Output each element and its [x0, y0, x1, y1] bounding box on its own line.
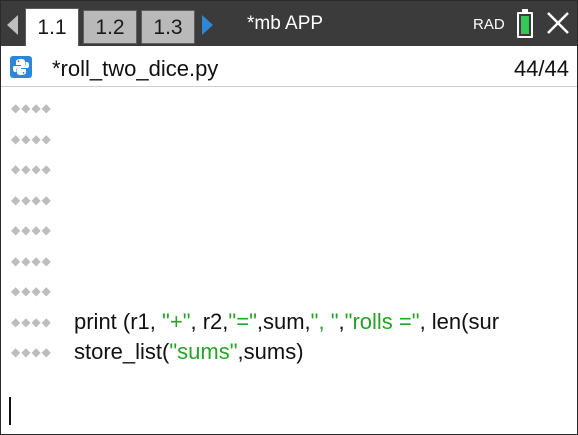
code-line[interactable]: ◆◆◆◆: [1, 185, 577, 215]
code-line[interactable]: ◆◆◆◆: [1, 124, 577, 154]
line-position: 44/44: [513, 56, 569, 81]
string-literal: ", ": [310, 308, 339, 334]
top-bar: 1.1 1.2 1.3 *mb APP RAD: [1, 1, 577, 46]
code-token: , r2,: [190, 308, 229, 334]
indent-marker: ◆◆◆◆: [11, 253, 52, 268]
code-line[interactable]: ◆◆◆◆: [1, 93, 577, 123]
code-token: print (r1,: [74, 308, 163, 334]
code-text: store_list("sums",sums): [74, 337, 304, 367]
file-name: *roll_two_dice.py: [52, 56, 219, 81]
code-token: ,sums): [237, 339, 304, 364]
indent-marker: ◆◆◆◆: [11, 223, 52, 237]
tab-1-1[interactable]: 1.1: [25, 8, 79, 46]
code-line[interactable]: ◆◆◆◆: [1, 246, 577, 276]
text-cursor: [9, 397, 11, 425]
close-icon[interactable]: [544, 9, 572, 37]
tab-1-2[interactable]: 1.2: [83, 10, 137, 44]
code-line[interactable]: ◆◆◆◆: [1, 215, 577, 245]
code-token: store_list(: [74, 339, 170, 364]
indent-marker: ◆◆◆◆: [11, 162, 52, 176]
indent-marker: ◆◆◆◆: [11, 345, 52, 359]
calculator-screen: 1.1 1.2 1.3 *mb APP RAD *roll_two_dice.p…: [0, 0, 578, 435]
string-literal: "=": [228, 308, 257, 334]
code-token: , len(sur: [419, 308, 500, 334]
nav-left-arrow-icon[interactable]: [7, 15, 18, 35]
tab-1-3[interactable]: 1.3: [141, 10, 195, 44]
code-editor[interactable]: ◆◆◆◆ ◆◆◆◆ ◆◆◆◆ ◆◆◆◆ ◆◆◆◆ ◆◆◆◆ ◆◆◆◆ ◆◆◆◆ print (r…: [1, 87, 577, 434]
battery-icon: [517, 9, 533, 38]
file-header: *roll_two_dice.py 44/44: [1, 46, 577, 87]
python-icon: [10, 56, 32, 78]
string-literal: "sums": [169, 339, 238, 364]
indent-marker: ◆◆◆◆: [11, 131, 52, 146]
code-text: print (r1, "+", r2,"=",sum,", ","rolls =…: [74, 307, 499, 337]
code-line[interactable]: ◆◆◆◆: [1, 154, 577, 184]
document-title: *mb APP: [247, 13, 324, 34]
code-line[interactable]: ◆◆◆◆ store_list("sums",sums): [1, 337, 577, 367]
indent-marker: ◆◆◆◆: [11, 101, 52, 115]
angle-mode-indicator: RAD: [473, 16, 505, 33]
indent-marker: ◆◆◆◆: [11, 284, 52, 298]
nav-right-arrow-icon[interactable]: [202, 15, 213, 35]
string-literal: "rolls =": [344, 308, 420, 334]
string-literal: "+": [162, 308, 191, 334]
indent-marker: ◆◆◆◆: [11, 314, 52, 329]
code-token: ,sum,: [256, 308, 311, 334]
code-line[interactable]: ◆◆◆◆: [1, 276, 577, 306]
code-line[interactable]: ◆◆◆◆ print (r1, "+", r2,"=",sum,", ","rol…: [1, 307, 577, 337]
indent-marker: ◆◆◆◆: [11, 192, 52, 207]
